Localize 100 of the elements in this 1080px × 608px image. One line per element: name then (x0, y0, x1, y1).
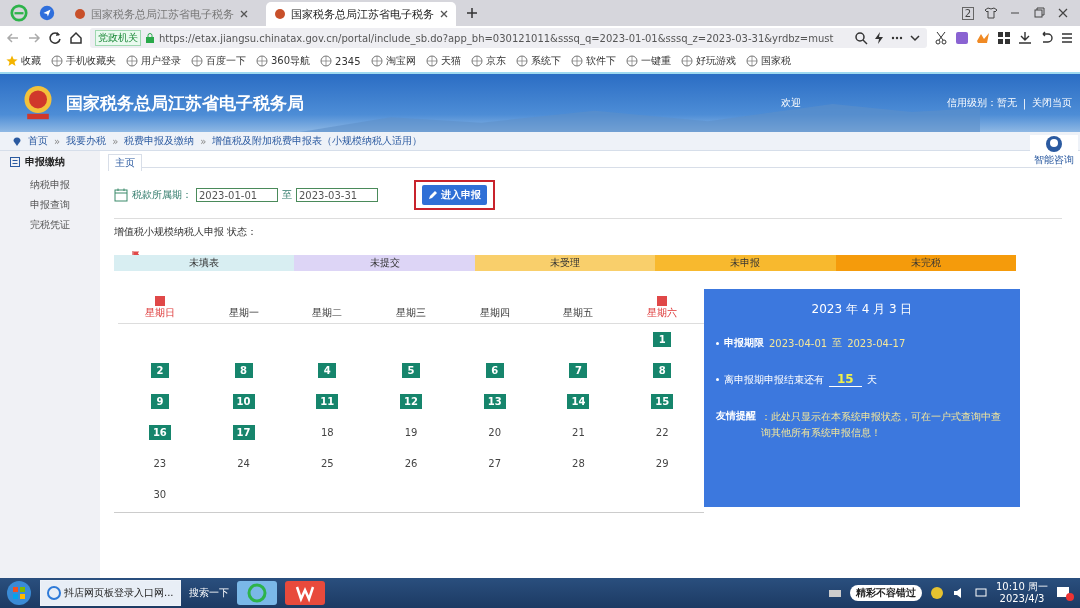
calendar-day[interactable]: 11 (316, 394, 339, 409)
calendar-day[interactable]: 19 (400, 425, 422, 440)
weekday-header: 星期六 (647, 306, 678, 320)
calendar-day[interactable]: 4 (318, 363, 337, 378)
status-title: 增值税小规模纳税人申报 状态： (114, 225, 259, 239)
calendar-day[interactable]: 9 (150, 394, 169, 409)
tab-title: 国家税务总局江苏省电子税务 (91, 6, 234, 22)
bookmark[interactable]: 淘宝网 (370, 54, 416, 68)
taskbar-item[interactable]: 抖店网页板登录入口网... (40, 580, 181, 606)
calendar-day[interactable]: 2 (150, 363, 169, 378)
reminder-text: ：此处只显示在本系统申报状态，可在一户式查询中查询其他所有系统申报信息！ (761, 410, 1002, 440)
site-title: 国家税务总局江苏省电子税务局 (66, 91, 304, 115)
browser-tab[interactable]: 国家税务总局江苏省电子税务 (266, 2, 456, 26)
taskbar-search[interactable]: 搜索一下 (188, 586, 229, 600)
calendar-day[interactable]: 23 (149, 456, 171, 471)
sidebar-item[interactable]: 纳税申报 (0, 175, 100, 195)
welcome-text: 欢迎 (780, 96, 801, 110)
url-text: https://etax.jiangsu.chinatax.gov.cn/portal/include_sb.do?app_bh=030121011&sssq_q=2023-01-01&sssq_z=2023-03-31&yrdbz=must (159, 32, 834, 44)
tab-count-badge[interactable]: 2 (961, 6, 974, 20)
breadcrumb-link[interactable]: 增值税及附加税费申报表（小规模纳税人适用） (212, 134, 423, 148)
calendar-day[interactable]: 12 (400, 394, 422, 409)
close-page-link[interactable]: 关闭当页 (1032, 96, 1072, 110)
status-stage: 未申报 (655, 255, 836, 271)
calendar-day[interactable]: 6 (485, 363, 504, 378)
bookmark[interactable]: 收藏 (6, 54, 41, 68)
calendar-day[interactable]: 30 (149, 487, 171, 502)
bookmark[interactable]: 一键重 (625, 54, 671, 68)
calendar-day[interactable]: 24 (233, 456, 254, 471)
calendar-day[interactable]: 8 (234, 363, 253, 378)
period-label: 税款所属期： (132, 188, 192, 202)
calendar-day[interactable]: 27 (484, 456, 506, 471)
date-to-field[interactable]: 2023-03-31 (296, 188, 378, 202)
site-badge: 党政机关 (95, 30, 141, 46)
weekday-header: 星期五 (563, 306, 594, 320)
sidebar-title[interactable]: 申报缴纳 (25, 155, 65, 169)
tab-title: 国家税务总局江苏省电子税务 (291, 6, 434, 22)
bookmark[interactable]: 360导航 (256, 54, 311, 68)
bookmark[interactable]: 系统下 (515, 54, 561, 68)
calendar-day[interactable]: 25 (316, 456, 338, 471)
divider: | (1022, 97, 1026, 109)
calendar-day[interactable]: 1 (653, 332, 672, 347)
calendar-day[interactable]: 26 (400, 456, 422, 471)
status-stage: 未受理 (474, 255, 656, 271)
weekday-header: 星期日 (144, 306, 175, 320)
calendar-day[interactable]: 17 (232, 425, 255, 440)
breadcrumb-separator: » (112, 135, 119, 147)
enter-filing-button[interactable]: 进入申报 (422, 185, 487, 205)
bookmark[interactable]: 好玩游戏 (680, 54, 736, 68)
to-label: 至 (282, 188, 292, 202)
period-limit-label: 申报期限 (724, 336, 764, 350)
clock-time[interactable]: 10:10 周一 (996, 581, 1048, 593)
bookmark[interactable]: 用户登录 (126, 54, 181, 68)
remaining-label: 离申报期申报结束还有 (724, 372, 824, 387)
period-start: 2023-04-01 (769, 337, 828, 349)
breadcrumb-link[interactable]: 税费申报及缴纳 (124, 134, 195, 148)
calendar-day[interactable]: 14 (567, 394, 590, 409)
status-stage: 未填表 (114, 255, 295, 271)
breadcrumb-link[interactable]: 我要办税 (66, 134, 107, 148)
bookmark[interactable]: 2345 (320, 55, 361, 67)
promo-banner[interactable]: 精彩不容错过 (850, 585, 922, 601)
calendar-day[interactable]: 15 (651, 394, 674, 409)
calendar-day[interactable]: 21 (568, 425, 589, 440)
weekday-header: 星期三 (396, 306, 426, 320)
sidebar-item[interactable]: 申报查询 (0, 195, 100, 215)
weekday-header: 星期一 (228, 306, 259, 320)
breadcrumb-separator: » (200, 135, 207, 147)
calendar-day[interactable]: 28 (568, 456, 589, 471)
panel-date: 2023 年 4 月 3 日 (810, 301, 914, 318)
assistant-button[interactable]: 智能咨询 (1030, 135, 1078, 167)
weekday-header: 星期四 (479, 306, 510, 320)
calendar-day[interactable]: 7 (569, 363, 588, 378)
calendar-day[interactable]: 22 (651, 425, 673, 440)
breadcrumb-separator: » (54, 135, 61, 147)
calendar-day[interactable]: 13 (483, 394, 506, 409)
bookmark[interactable]: 软件下 (570, 54, 616, 68)
bookmark[interactable]: 国家税 (745, 54, 791, 68)
bookmark[interactable]: 手机收藏夹 (51, 54, 116, 68)
calendar-day[interactable]: 18 (316, 425, 338, 440)
credit-level: 信用级别：暂无 (946, 96, 1017, 110)
remaining-days: 15 (829, 372, 862, 387)
bookmark[interactable]: 天猫 (425, 54, 461, 68)
address-field[interactable]: 党政机关 https://etax.jiangsu.chinatax.gov.cn/portal/include_sb.do?app_bh=030121011&sssq_q=2023-01-01&sssq_z=2023-03-31&yrdbz=must (90, 28, 927, 48)
bookmark[interactable]: 百度一下 (191, 54, 246, 68)
calendar-day[interactable]: 8 (653, 363, 672, 378)
status-stage: 未完税 (835, 255, 1017, 271)
days-unit: 天 (866, 372, 877, 387)
clock-date[interactable]: 2023/4/3 (999, 593, 1045, 605)
period-end: 2023-04-17 (847, 337, 906, 349)
sidebar-item[interactable]: 完税凭证 (0, 215, 100, 235)
calendar-day[interactable]: 29 (651, 456, 673, 471)
page-tab[interactable]: 主页 (108, 154, 142, 171)
date-from-field[interactable]: 2023-01-01 (196, 188, 278, 202)
period-to: 至 (832, 336, 843, 350)
calendar-day[interactable]: 16 (148, 425, 171, 440)
breadcrumb-link[interactable]: 首页 (28, 134, 48, 148)
calendar-day[interactable]: 20 (484, 425, 506, 440)
calendar-day[interactable]: 10 (232, 394, 255, 409)
calendar-day[interactable]: 5 (402, 363, 420, 378)
bookmark[interactable]: 京东 (470, 54, 506, 68)
status-stage: 未提交 (294, 255, 475, 271)
